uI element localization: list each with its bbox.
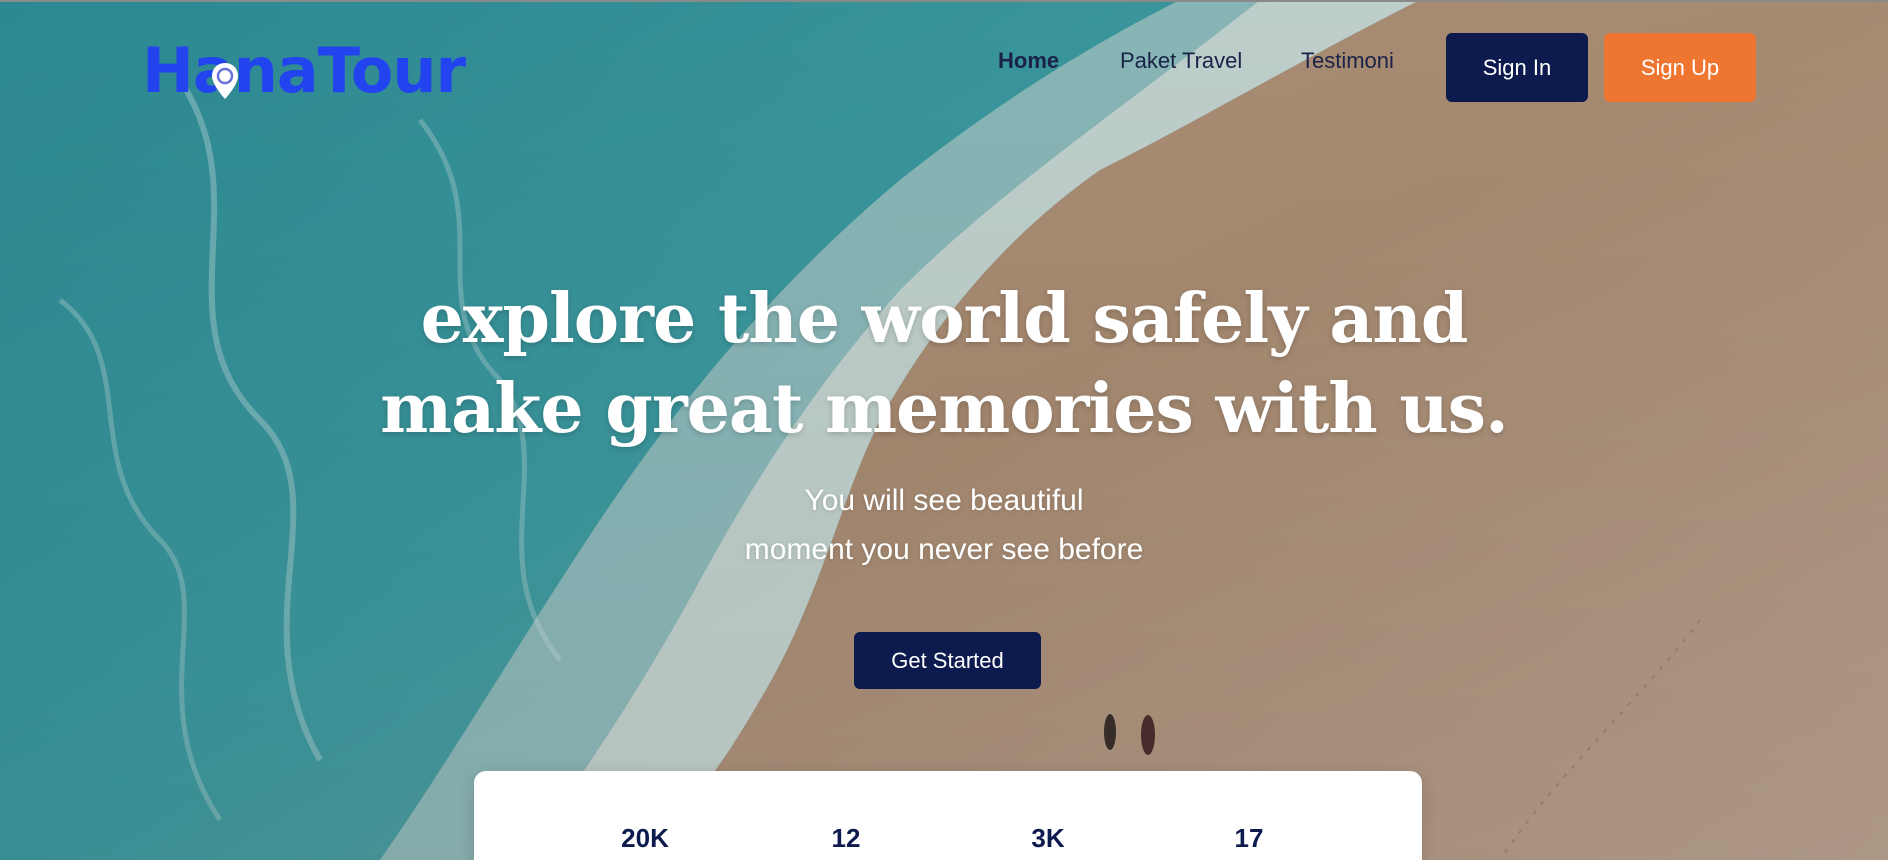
sign-up-button[interactable]: Sign Up [1604, 33, 1756, 102]
hero-headline-line2: make great memories with us. [380, 369, 1509, 449]
stat-value-4: 17 [1234, 823, 1264, 853]
stat-value-3: 3K [1031, 823, 1065, 853]
hero-subtitle-line2: moment you never see before [744, 533, 1144, 566]
hero-headline: explore the world safely and make great … [0, 274, 1888, 454]
hero-headline-line1: explore the world safely and [420, 279, 1469, 359]
nav-item-paket-travel[interactable]: Paket Travel [1120, 48, 1242, 74]
stat-value-1: 20K [621, 823, 669, 853]
nav-item-testimoni[interactable]: Testimoni [1301, 48, 1394, 74]
sign-in-button[interactable]: Sign In [1446, 33, 1588, 102]
hero-subtitle: You will see beautiful moment you never … [0, 476, 1888, 574]
brand-logo[interactable]: HanaTour [142, 36, 466, 106]
get-started-button[interactable]: Get Started [854, 632, 1041, 689]
nav-item-home[interactable]: Home [998, 48, 1059, 74]
stats-card: 20K 12 3K 17 [474, 771, 1422, 860]
map-pin-icon [212, 63, 238, 99]
stat-value-2: 12 [831, 823, 861, 853]
hero-section: HanaTour Home Paket Travel Testimoni Sig… [0, 0, 1888, 860]
hero-subtitle-line1: You will see beautiful [804, 484, 1084, 517]
top-border [0, 0, 1888, 2]
